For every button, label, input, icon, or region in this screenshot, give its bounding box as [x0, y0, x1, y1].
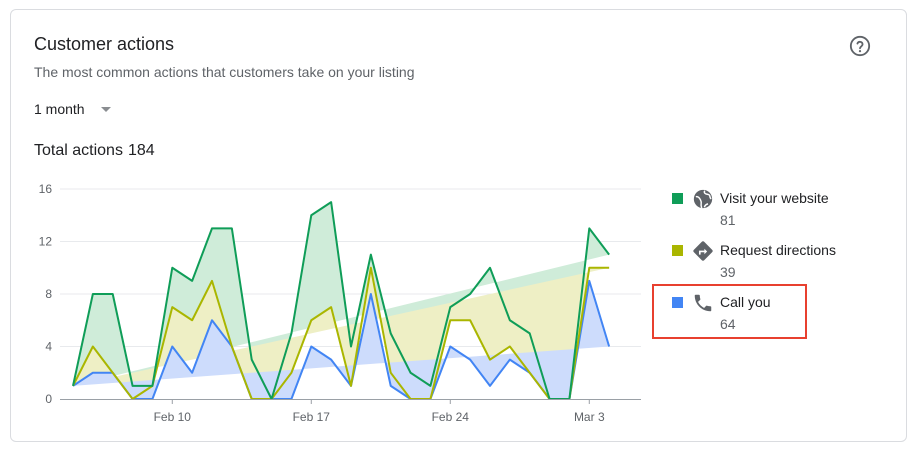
y-tick-label: 4: [45, 340, 52, 354]
x-tick-label: Mar 3: [574, 410, 605, 424]
call-you-highlight-box: [652, 284, 807, 339]
customer-actions-chart: 0 4 8 12 16 Feb 10 Feb 17 Feb 24 Mar 3: [39, 182, 641, 424]
legend-swatch-request-directions: [672, 245, 683, 256]
y-tick-label: 16: [39, 182, 53, 196]
legend-value-request-directions: 39: [720, 264, 736, 280]
globe-icon: [693, 189, 713, 209]
legend-label-request-directions: Request directions: [720, 242, 836, 258]
x-tick-label: Feb 24: [432, 410, 470, 424]
y-tick-label: 0: [45, 392, 52, 406]
legend-value-visit-website: 81: [720, 212, 736, 228]
x-tick-label: Feb 10: [154, 410, 192, 424]
y-tick-label: 12: [39, 235, 53, 249]
y-tick-label: 8: [45, 287, 52, 301]
legend-label-visit-website: Visit your website: [720, 190, 829, 206]
legend-swatch-visit-website: [672, 193, 683, 204]
directions-icon: [693, 241, 713, 261]
x-tick-label: Feb 17: [293, 410, 331, 424]
